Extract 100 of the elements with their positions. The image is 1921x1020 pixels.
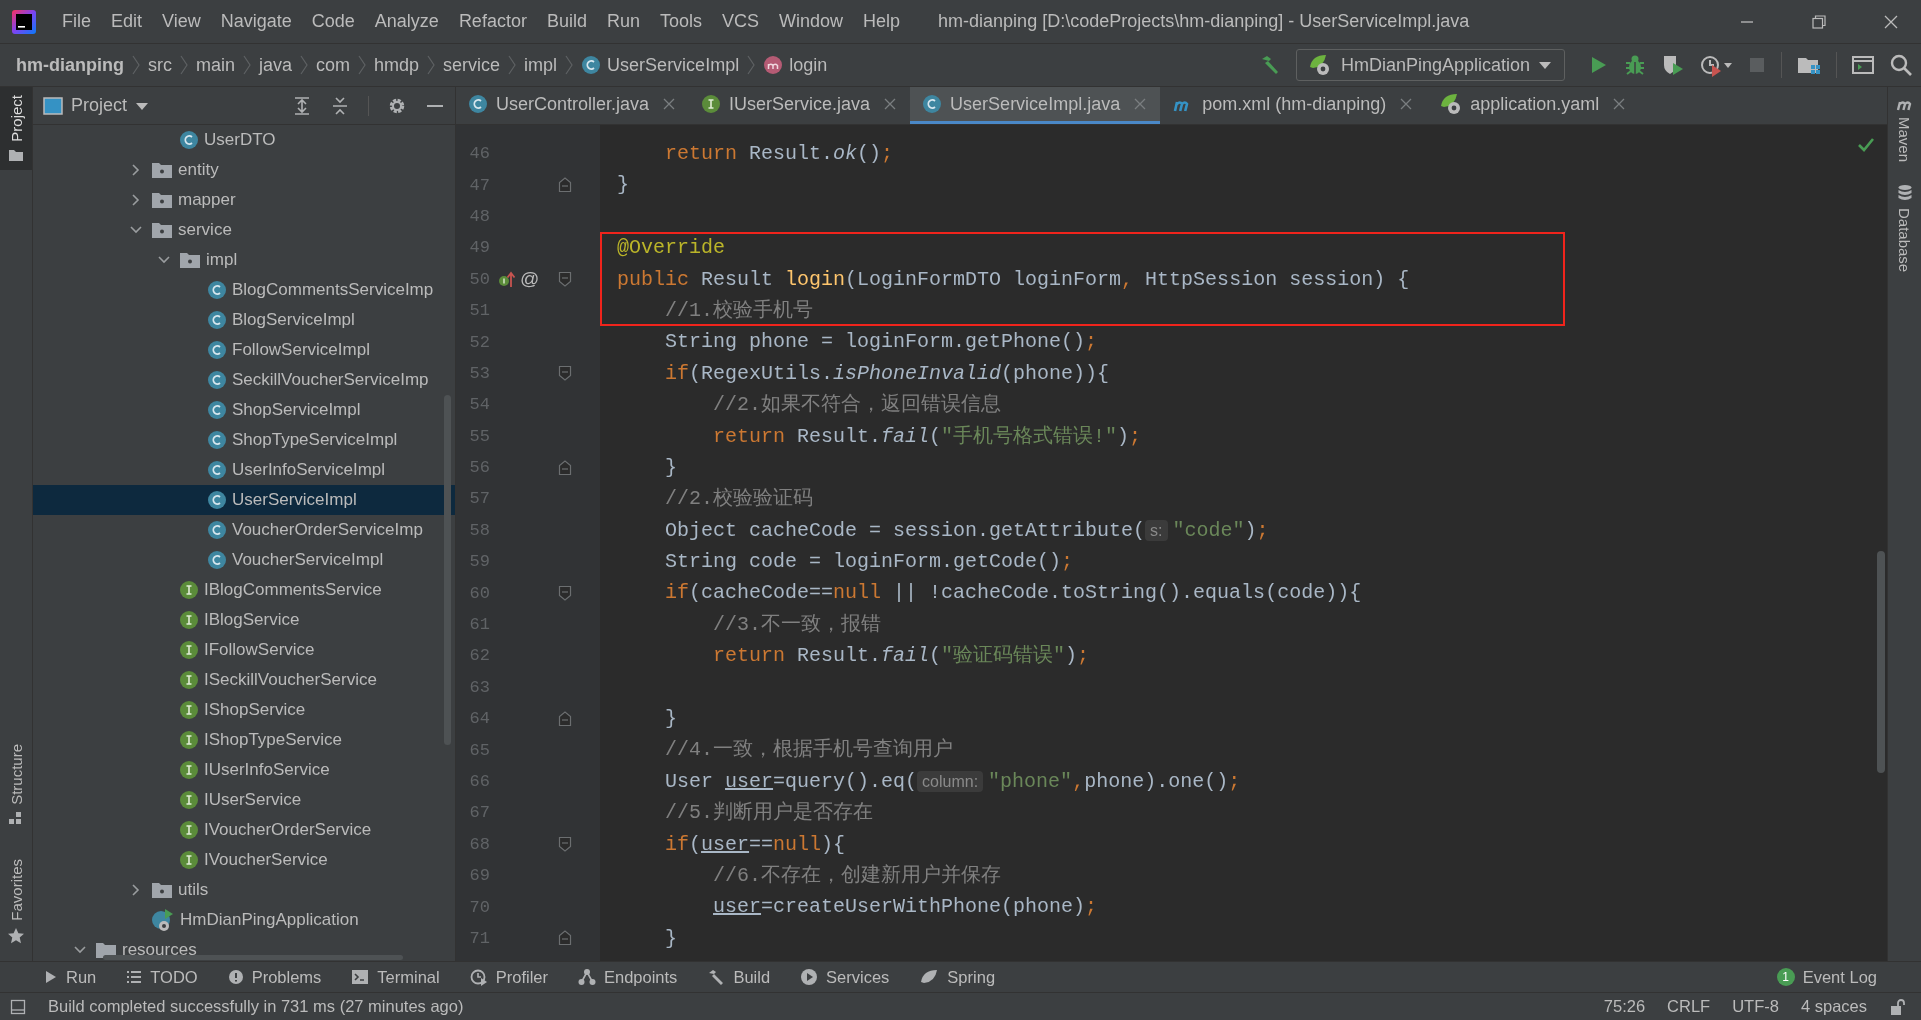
editor-tab[interactable]: IUserService.java <box>689 87 911 124</box>
close-icon[interactable] <box>884 98 897 110</box>
menu-item[interactable]: File <box>52 11 101 32</box>
tree-item[interactable]: resources <box>33 935 455 961</box>
breadcrumb-item[interactable]: main <box>196 54 235 76</box>
fold-icon[interactable] <box>558 585 572 602</box>
tree-item[interactable]: IUserService <box>33 785 455 815</box>
tree-item[interactable]: VoucherOrderServiceImp <box>33 515 455 545</box>
implements-icon[interactable] <box>498 270 516 289</box>
collapse-all-icon[interactable] <box>330 95 350 116</box>
indent-setting[interactable]: 4 spaces <box>1800 997 1867 1016</box>
menu-item[interactable]: Window <box>769 11 854 32</box>
tree-item[interactable]: BlogCommentsServiceImp <box>33 275 455 305</box>
tool-window-button[interactable]: Endpoints <box>578 967 678 987</box>
profiler-icon[interactable] <box>1699 53 1733 77</box>
panel-toggle-icon[interactable] <box>10 998 26 1015</box>
editor-tab[interactable]: pom.xml (hm-dianping) <box>1160 87 1427 124</box>
breadcrumb-item[interactable]: impl <box>524 54 558 76</box>
tool-window-button[interactable]: Spring <box>919 967 996 987</box>
tree-item[interactable]: IVoucherService <box>33 845 455 875</box>
scrollbar-thumb[interactable] <box>1877 551 1885 773</box>
fold-icon[interactable] <box>558 836 572 853</box>
menu-item[interactable]: Edit <box>101 11 153 32</box>
gutter-marker[interactable]: @ <box>520 268 540 291</box>
tree-item[interactable]: SeckillVoucherServiceImp <box>33 365 455 395</box>
tree-item[interactable]: ShopTypeServiceImpl <box>33 425 455 455</box>
menu-item[interactable]: Tools <box>649 11 712 32</box>
tree-item[interactable]: ISeckillVoucherService <box>33 665 455 695</box>
tool-window-button[interactable]: TODO <box>126 967 198 987</box>
tree-item[interactable]: mapper <box>33 185 455 215</box>
tree-item[interactable]: IFollowService <box>33 635 455 665</box>
breadcrumb-item[interactable]: service <box>443 54 501 76</box>
menu-item[interactable]: View <box>152 11 211 32</box>
tree-item[interactable]: IShopService <box>33 695 455 725</box>
editor-tab[interactable]: application.yaml <box>1426 87 1640 124</box>
event-log-button[interactable]: 1 Event Log <box>1776 967 1877 987</box>
tree-item[interactable]: IVoucherOrderService <box>33 815 455 845</box>
fold-icon[interactable] <box>558 271 572 288</box>
window-icon[interactable] <box>1851 53 1875 77</box>
menu-item[interactable]: Analyze <box>364 11 449 32</box>
tree-item[interactable]: UserInfoServiceImpl <box>33 455 455 485</box>
tree-item[interactable]: VoucherServiceImpl <box>33 545 455 575</box>
tool-window-button[interactable]: Favorites <box>0 851 32 953</box>
scrollbar-thumb[interactable] <box>444 395 451 745</box>
app-logo-icon[interactable] <box>12 9 36 34</box>
menu-item[interactable]: Navigate <box>210 11 302 32</box>
close-icon[interactable] <box>1883 13 1899 30</box>
tool-window-button[interactable]: Terminal <box>351 967 440 987</box>
fold-icon[interactable] <box>558 710 572 727</box>
tool-window-button[interactable]: Profiler <box>469 967 548 987</box>
tool-window-button[interactable]: Maven <box>1888 95 1921 163</box>
menu-item[interactable]: Build <box>536 11 597 32</box>
tree-item[interactable]: utils <box>33 875 455 905</box>
menu-item[interactable]: Run <box>596 11 650 32</box>
breadcrumb-item[interactable]: src <box>148 54 172 76</box>
editor-tab[interactable]: UserServiceImpl.java <box>910 87 1161 124</box>
expand-all-icon[interactable] <box>292 95 312 116</box>
tree-item[interactable]: IUserInfoService <box>33 755 455 785</box>
fold-icon[interactable] <box>558 459 572 476</box>
tool-window-button[interactable]: Structure <box>0 736 32 834</box>
scrollbar-thumb[interactable] <box>103 955 403 960</box>
caret-position[interactable]: 75:26 <box>1603 997 1646 1016</box>
lock-icon[interactable] <box>1889 997 1905 1016</box>
tree-item[interactable]: service <box>33 215 455 245</box>
breadcrumb-item[interactable]: com <box>316 54 351 76</box>
breadcrumb-item[interactable]: java <box>259 54 293 76</box>
check-icon[interactable] <box>1857 137 1875 153</box>
close-icon[interactable] <box>1613 98 1626 110</box>
breadcrumb-item[interactable]: hm-dianping <box>16 54 124 76</box>
line-separator[interactable]: CRLF <box>1667 997 1711 1016</box>
tree-item[interactable]: IBlogCommentsService <box>33 575 455 605</box>
menu-item[interactable]: Code <box>301 11 365 32</box>
fold-icon[interactable] <box>558 365 572 382</box>
run-configuration-dropdown[interactable]: HmDianPingApplication <box>1295 49 1565 81</box>
editor-tab[interactable]: UserController.java <box>456 87 690 124</box>
tool-window-button[interactable]: Database <box>1888 184 1921 273</box>
tree-item[interactable]: HmDianPingApplication <box>33 905 455 935</box>
bug-icon[interactable] <box>1623 53 1647 77</box>
breadcrumb-item[interactable]: login <box>763 54 828 76</box>
tree-item[interactable]: ShopServiceImpl <box>33 395 455 425</box>
close-icon[interactable] <box>1400 98 1413 110</box>
menu-item[interactable]: Refactor <box>448 11 537 32</box>
tree-item[interactable]: entity <box>33 155 455 185</box>
tool-window-button[interactable]: Problems <box>227 967 322 987</box>
tree-item[interactable]: FollowServiceImpl <box>33 335 455 365</box>
tool-window-button[interactable]: Services <box>800 967 890 987</box>
menu-item[interactable]: VCS <box>712 11 769 32</box>
tree-item[interactable]: BlogServiceImpl <box>33 305 455 335</box>
tool-window-button[interactable]: Build <box>707 967 771 987</box>
restore-icon[interactable] <box>1811 13 1827 30</box>
tree-item[interactable]: impl <box>33 245 455 275</box>
file-encoding[interactable]: UTF-8 <box>1732 997 1779 1016</box>
breadcrumb-item[interactable]: hmdp <box>374 54 420 76</box>
tree-item[interactable]: UserServiceImpl <box>33 485 455 515</box>
search-icon[interactable] <box>1889 53 1913 77</box>
menu-item[interactable]: Help <box>853 11 911 32</box>
fold-icon[interactable] <box>558 177 572 194</box>
tree-item[interactable]: IShopTypeService <box>33 725 455 755</box>
project-view-dropdown[interactable]: Project <box>43 95 150 116</box>
tool-window-button[interactable]: Run <box>44 967 97 987</box>
